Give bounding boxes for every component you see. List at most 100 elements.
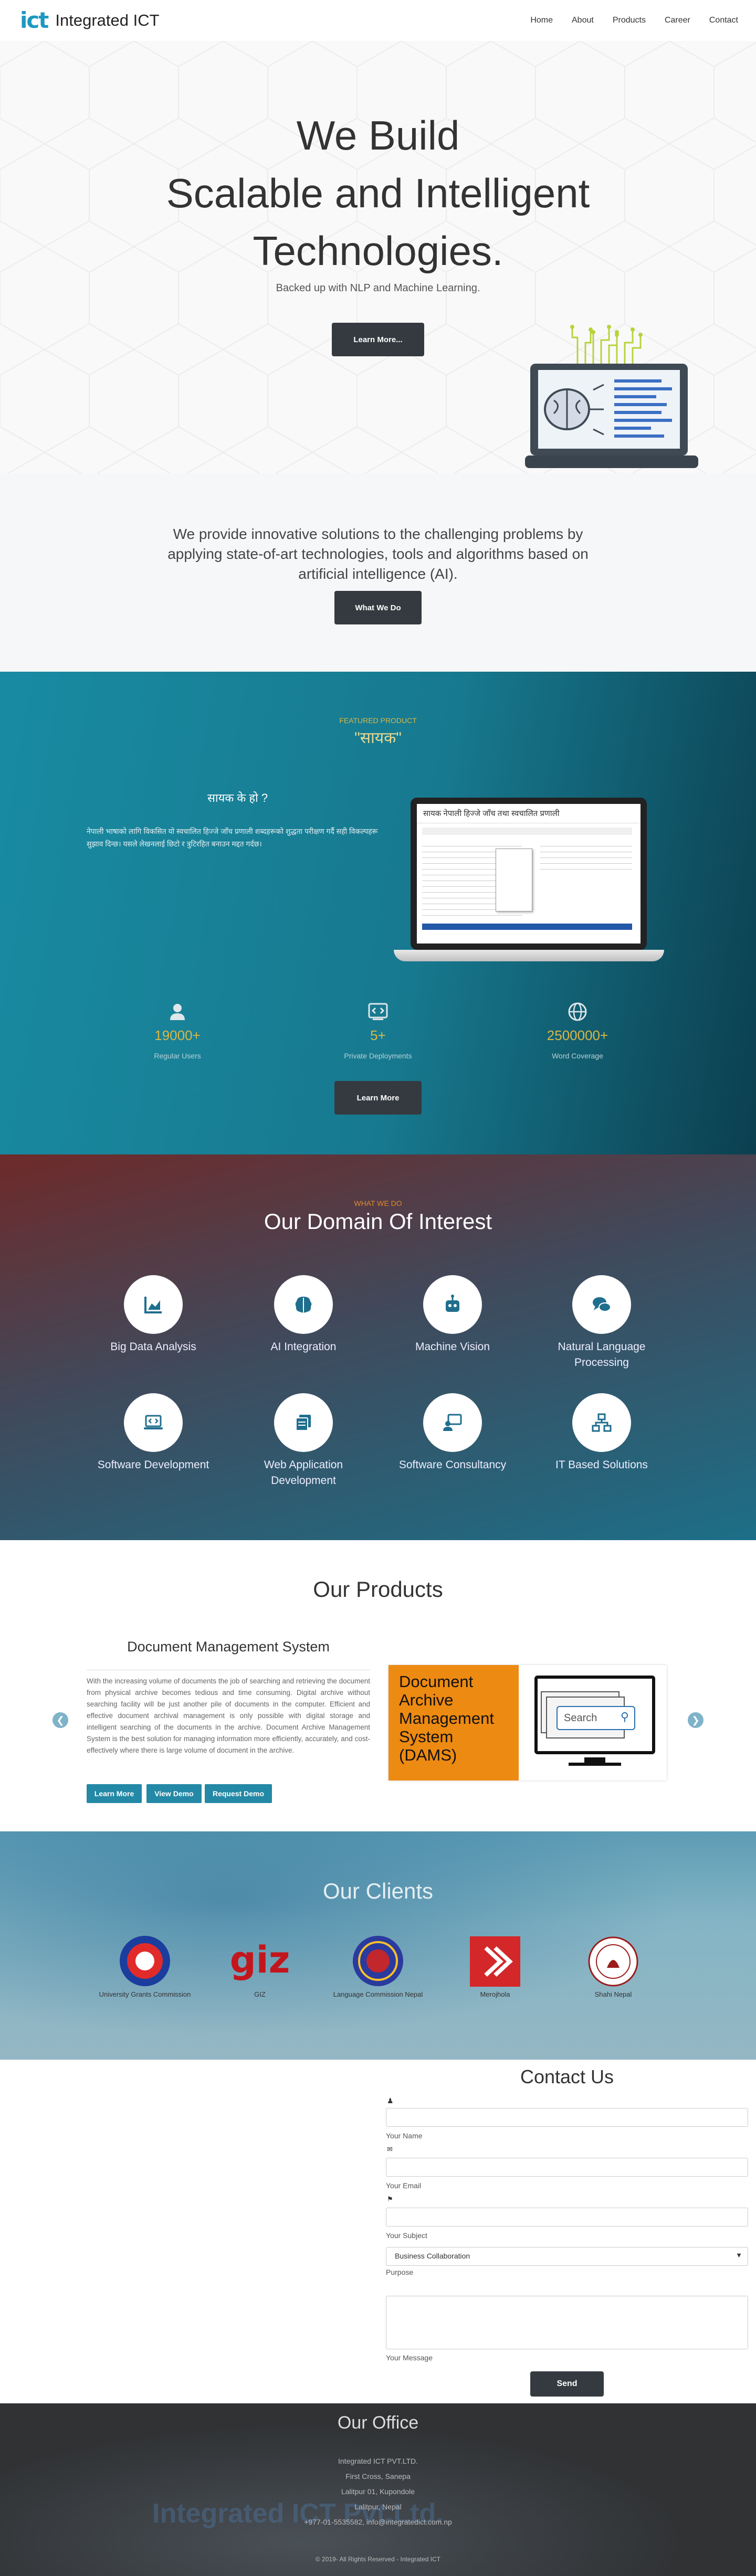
product-laptop-mockup: सायक नेपाली हिज्जे जाँच तथा स्वचालित प्र…	[394, 798, 664, 976]
what-we-do-button[interactable]: What We Do	[334, 591, 422, 624]
product-description: With the increasing volume of documents …	[87, 1670, 370, 1756]
products-section: Our Products ❮ ❯ Document Management Sys…	[0, 1540, 756, 1831]
domain-label-big-data: Big Data Analysis	[110, 1341, 196, 1353]
domain-card-nlp[interactable]	[572, 1275, 631, 1334]
office-footer: Integrated ICT Pvt.Ltd. Our Office Integ…	[0, 2403, 756, 2576]
domain-label-vision: Machine Vision	[415, 1341, 490, 1353]
ugc-logo	[120, 1936, 170, 1986]
office-title: Our Office	[337, 2413, 419, 2433]
intro-text: We provide innovative solutions to the c…	[167, 526, 589, 582]
language-commission-logo	[353, 1936, 403, 1986]
top-navbar: ict Integrated ICT Home About Products C…	[0, 0, 756, 41]
monitor-illustration: Search ⚲	[529, 1676, 660, 1770]
product-image: Document Archive Management System (DAMS…	[388, 1665, 667, 1780]
domain-card-web-app[interactable]	[274, 1393, 333, 1452]
nav-products[interactable]: Products	[613, 16, 646, 25]
logo[interactable]: ict	[20, 7, 49, 33]
carousel-next-button[interactable]: ❯	[688, 1712, 704, 1728]
domain-title: Our Domain Of Interest	[264, 1209, 492, 1234]
domain-label-software-dev: Software Development	[97, 1459, 209, 1471]
learn-more-button[interactable]: Learn More...	[332, 323, 424, 356]
product-screen: सायक नेपाली हिज्जे जाँच तथा स्वचालित प्र…	[417, 804, 640, 944]
search-icon: ⚲	[620, 1710, 629, 1723]
clients-section: Our Clients University Grants Commission…	[0, 1831, 756, 2060]
shahi-nepal-logo	[588, 1936, 638, 1987]
chevron-left-icon: ❮	[56, 1714, 65, 1725]
email-input[interactable]	[386, 2158, 748, 2177]
nav-contact[interactable]: Contact	[709, 16, 738, 25]
giz-logo: giz	[229, 1938, 290, 1981]
code-icon	[368, 1003, 388, 1020]
user-icon	[170, 1004, 185, 1020]
product-request-demo-button[interactable]: Request Demo	[205, 1784, 272, 1803]
domain-card-ai[interactable]	[274, 1275, 333, 1334]
client-name-language-commission: Language Commission Nepal	[333, 1990, 423, 1998]
hero-title: We Build Scalable and Intelligent Techno…	[0, 107, 756, 280]
domain-label-it-solutions: IT Based Solutions	[555, 1459, 648, 1471]
domain-card-consultancy[interactable]	[423, 1393, 482, 1452]
office-street: First Cross, Sanepa	[345, 2472, 411, 2480]
chevron-down-icon: ▼	[736, 2251, 742, 2259]
purpose-label: Purpose	[386, 2268, 414, 2276]
domain-card-software-dev[interactable]	[124, 1393, 183, 1452]
user-icon: ♟	[387, 2096, 394, 2105]
email-label: Your Email	[386, 2181, 422, 2190]
hero-title-line-3: Technologies.	[253, 228, 503, 274]
client-name-shahi-nepal: Shahi Nepal	[594, 1990, 632, 1998]
domain-section: WHAT WE DO Our Domain Of Interest Big Da…	[0, 1154, 756, 1540]
purpose-select[interactable]: Business Collaboration ▼	[386, 2247, 748, 2266]
logo-text: ict	[20, 7, 49, 33]
message-textarea[interactable]	[386, 2296, 748, 2349]
hero-title-line-2: Scalable and Intelligent	[166, 170, 590, 216]
brain-laptop-illustration	[525, 325, 698, 468]
nav-home[interactable]: Home	[530, 16, 553, 25]
product-learn-more-button[interactable]: Learn More	[87, 1784, 142, 1803]
subject-label: Your Subject	[386, 2231, 427, 2240]
nav-about[interactable]: About	[572, 16, 594, 25]
carousel-prev-button[interactable]: ❮	[52, 1712, 68, 1728]
domain-label-ai: AI Integration	[270, 1341, 337, 1353]
domain-card-it-solutions[interactable]	[572, 1393, 631, 1452]
name-label: Your Name	[386, 2132, 423, 2140]
client-name-merojhola: Merojhola	[480, 1990, 510, 1998]
office-address: Integrated ICT PVT.LTD. First Cross, San…	[0, 2454, 756, 2530]
message-label: Your Message	[386, 2354, 433, 2362]
contact-title: Contact Us	[520, 2066, 614, 2087]
copyright: © 2019- All Rights Reserved - Integrated…	[315, 2556, 441, 2563]
name-input[interactable]	[386, 2108, 748, 2127]
hero-subtitle: Backed up with NLP and Machine Learning.	[276, 282, 480, 294]
product-name: Document Management System	[127, 1639, 330, 1655]
chat-icon	[593, 1297, 611, 1312]
stat-value-words: 2500000+	[547, 1027, 608, 1043]
office-contact[interactable]: +977-01-5535582, info@integratedict.com.…	[0, 2515, 756, 2530]
brand-name[interactable]: Integrated ICT	[55, 11, 159, 30]
product-view-demo-button[interactable]: View Demo	[146, 1784, 202, 1803]
purpose-selected-value: Business Collaboration	[395, 2252, 470, 2260]
brain-icon	[295, 1297, 312, 1313]
subject-input[interactable]	[386, 2208, 748, 2227]
chart-icon	[144, 1297, 162, 1313]
stat-value-users: 19000+	[154, 1027, 201, 1043]
client-name-giz: GIZ	[254, 1990, 266, 1998]
domain-card-vision[interactable]	[423, 1275, 482, 1334]
client-name-ugc: University Grants Commission	[99, 1990, 191, 1998]
tag-icon: ⚑	[387, 2195, 393, 2203]
featured-question: सायक के हो ?	[207, 791, 268, 804]
office-area: Lalitpur 01, Kupondole	[341, 2487, 415, 2496]
nav-career[interactable]: Career	[665, 16, 690, 25]
featured-description: नेपाली भाषाको लागि विकसित यो स्वचालित हि…	[87, 827, 378, 848]
office-company: Integrated ICT PVT.LTD.	[338, 2457, 418, 2465]
product-image-title: Document Archive Management System (DAMS…	[388, 1665, 519, 1780]
brand[interactable]: ict Integrated ICT	[20, 9, 160, 31]
featured-product-section: FEATURED PRODUCT "सायक" सायक के हो ? नेप…	[0, 672, 756, 1154]
chevron-right-icon: ❯	[691, 1714, 700, 1725]
send-button[interactable]: Send	[530, 2371, 604, 2397]
search-field-illustration: Search ⚲	[556, 1706, 635, 1730]
domain-label-consultancy: Software Consultancy	[398, 1459, 507, 1471]
stat-label-users: Regular Users	[154, 1052, 201, 1060]
domain-card-big-data[interactable]	[124, 1275, 183, 1334]
presenter-icon	[443, 1414, 462, 1431]
products-title: Our Products	[313, 1577, 443, 1602]
featured-learn-more-button[interactable]: Learn More	[334, 1081, 422, 1115]
robot-icon	[446, 1295, 459, 1312]
